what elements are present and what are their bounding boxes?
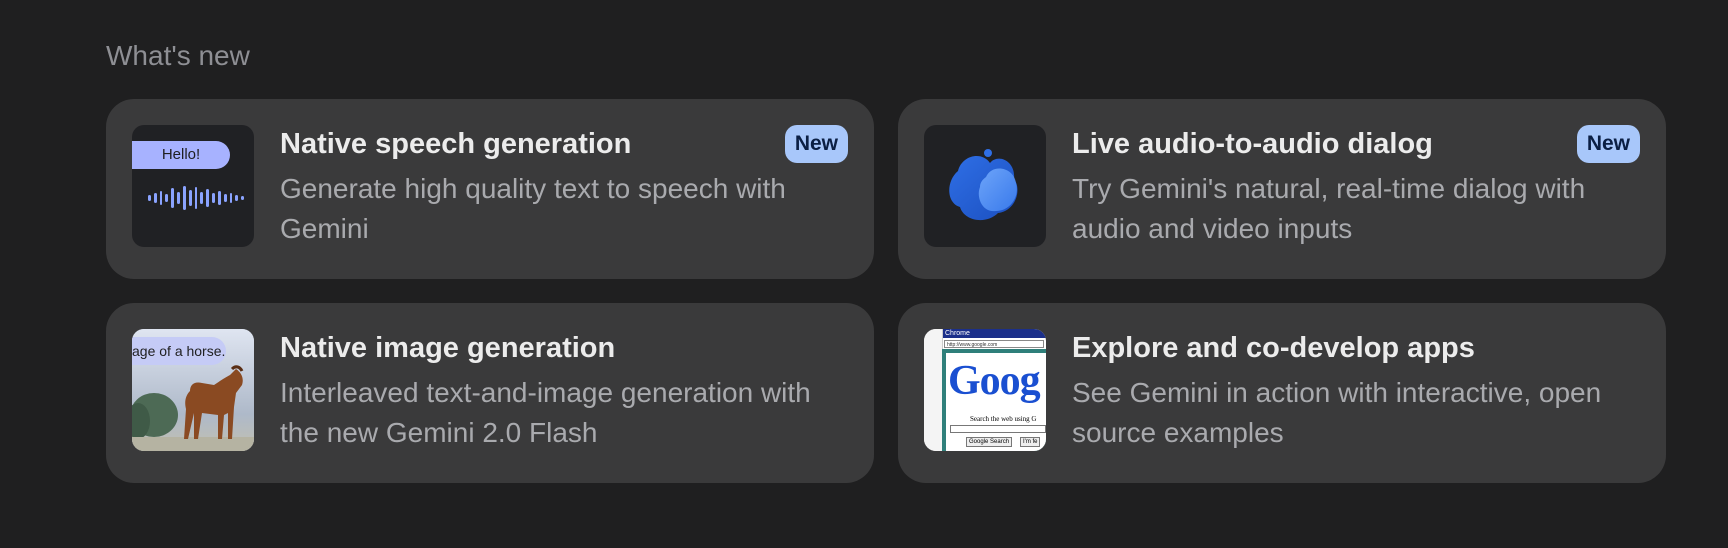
whats-new-section: What's new Hello! Native speech generati… (106, 36, 1666, 483)
card-title: Live audio-to-audio dialog (1072, 128, 1433, 160)
search-box (950, 425, 1046, 433)
card-description: See Gemini in action with interactive, o… (1072, 377, 1602, 448)
speech-thumbnail: Hello! (132, 125, 254, 247)
card-live-audio-dialog[interactable]: Live audio-to-audio dialog Try Gemini's … (898, 99, 1666, 279)
card-native-speech-generation[interactable]: Hello! Native speech generation Generate… (106, 99, 874, 279)
hello-bubble: Hello! (132, 141, 230, 169)
card-explore-apps[interactable]: Chrome http://www.google.com Goog Search… (898, 303, 1666, 483)
browser-titlebar: Chrome (942, 329, 1046, 338)
browser-screenshot-thumbnail: Chrome http://www.google.com Goog Search… (924, 329, 1046, 451)
google-logo: Goog (948, 358, 1041, 404)
prompt-bubble: age of a horse. (132, 337, 226, 365)
google-search-button: Google Search (966, 437, 1013, 447)
card-title: Explore and co-develop apps (1072, 332, 1475, 364)
waveform-icon (148, 185, 245, 211)
horse-photo-thumbnail: age of a horse. (132, 329, 254, 451)
card-title: Native speech generation (280, 128, 632, 160)
section-title: What's new (106, 40, 250, 71)
browser-urlbar: http://www.google.com (944, 340, 1044, 348)
card-native-image-generation[interactable]: age of a horse. Native image generation … (106, 303, 874, 483)
card-description: Generate high quality text to speech wit… (280, 173, 786, 244)
cards-grid: Hello! Native speech generation Generate… (106, 99, 1666, 483)
new-badge: New (1576, 125, 1640, 163)
card-title: Native image generation (280, 332, 616, 364)
new-badge: New (784, 125, 848, 163)
gemini-live-blob-icon (924, 125, 1046, 247)
card-description: Interleaved text-and-image generation wi… (280, 377, 811, 448)
search-caption: Search the web using G (970, 415, 1037, 423)
lucky-button: I'm fe (1020, 437, 1041, 447)
terminal-strip (924, 329, 943, 451)
card-description: Try Gemini's natural, real-time dialog w… (1072, 173, 1586, 244)
